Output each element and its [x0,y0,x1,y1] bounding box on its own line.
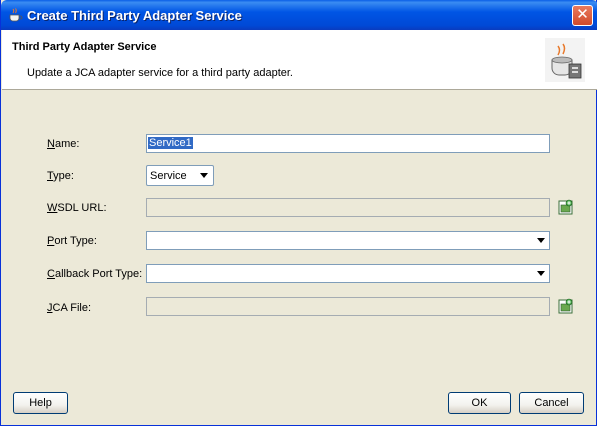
chevron-down-icon [200,173,208,178]
cancel-button[interactable]: Cancel [519,392,584,414]
chevron-down-icon [537,238,545,243]
close-button[interactable]: ✕ [572,5,593,26]
wsdl-url-field [146,198,550,217]
ok-button[interactable]: OK [448,392,511,414]
wizard-header: Third Party Adapter Service Update a JCA… [2,30,597,90]
name-input[interactable]: Service1 [146,134,550,153]
help-button[interactable]: Help [13,392,68,414]
browse-icon[interactable] [558,199,574,215]
header-description: Update a JCA adapter service for a third… [27,67,293,79]
name-label: Name: [47,138,80,150]
window-title: Create Third Party Adapter Service [27,8,242,23]
dialog-window: Create Third Party Adapter Service ✕ Thi… [0,0,597,426]
close-icon: ✕ [576,6,589,23]
type-label: Type: [47,170,74,182]
callback-port-type-select[interactable] [146,264,550,283]
wsdl-url-label: WSDL URL: [47,202,107,214]
type-select[interactable]: Service [146,165,214,186]
adapter-wizard-icon [545,38,585,82]
jca-file-field [146,297,550,316]
chevron-down-icon [537,271,545,276]
type-value: Service [150,170,187,182]
title-bar[interactable]: Create Third Party Adapter Service ✕ [1,0,597,30]
callback-port-type-label: Callback Port Type: [47,268,143,280]
browse-icon[interactable] [558,298,574,314]
jca-file-label: JCA File: [47,302,92,314]
port-type-select[interactable] [146,231,550,250]
header-title: Third Party Adapter Service [12,41,157,53]
port-type-label: Port Type: [47,235,97,247]
coffee-cup-icon [9,8,23,22]
name-value: Service1 [148,137,193,149]
